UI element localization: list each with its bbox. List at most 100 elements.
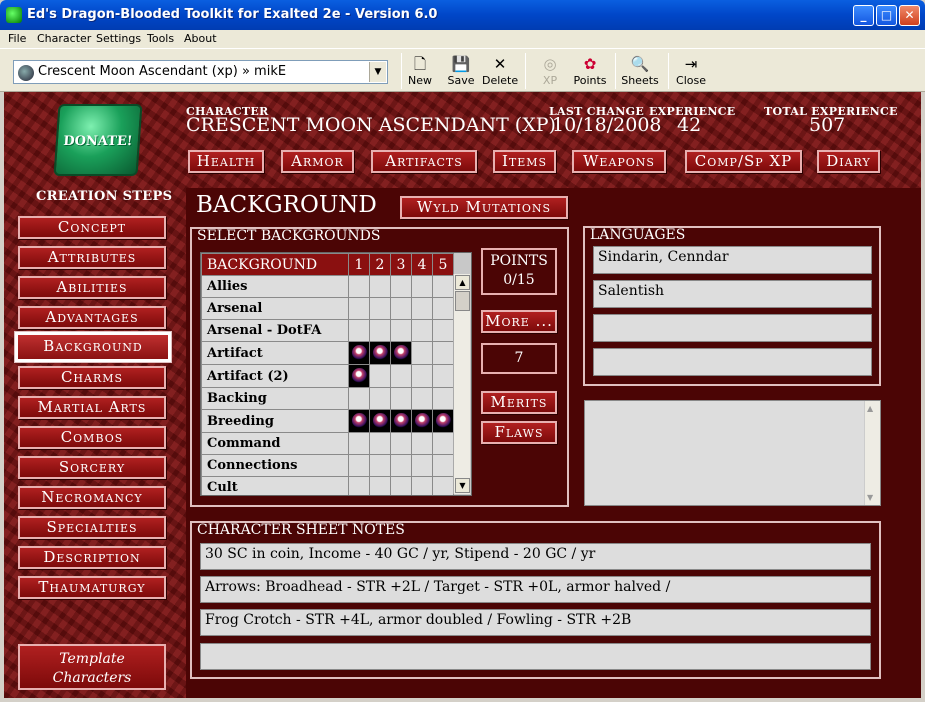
dot-cell[interactable]: [411, 432, 433, 455]
table-row[interactable]: Allies: [201, 275, 454, 298]
dot-cell[interactable]: [411, 364, 433, 388]
dot-cell[interactable]: [390, 297, 412, 320]
sheets-button[interactable]: 🔍 Sheets: [621, 54, 659, 90]
dot-cell[interactable]: [432, 387, 454, 410]
character-select[interactable]: Crescent Moon Ascendant (xp) » mikE ▼: [13, 60, 388, 84]
note-line-3[interactable]: Frog Crotch - STR +4L, armor doubled / F…: [200, 609, 871, 636]
nav-diary[interactable]: Diary: [817, 150, 880, 173]
close-window-button[interactable]: ✕: [899, 5, 920, 26]
chevron-down-icon[interactable]: ▼: [369, 62, 386, 82]
step-thaumaturgy[interactable]: Thaumaturgy: [18, 576, 166, 599]
menu-character[interactable]: Character: [37, 32, 91, 45]
nav-health[interactable]: Health: [188, 150, 264, 173]
dot-cell[interactable]: [411, 341, 433, 365]
delete-button[interactable]: ✕ Delete: [482, 54, 518, 90]
step-concept[interactable]: Concept: [18, 216, 166, 239]
table-row[interactable]: Command: [201, 432, 454, 455]
nav-artifacts[interactable]: Artifacts: [371, 150, 477, 173]
dot-cell[interactable]: [411, 387, 433, 410]
dot-cell[interactable]: [348, 454, 370, 477]
dot-cell[interactable]: [390, 476, 412, 495]
dot-cell[interactable]: [411, 454, 433, 477]
dot-cell[interactable]: [411, 275, 433, 298]
dot-cell[interactable]: [348, 275, 370, 298]
dot-cell[interactable]: [369, 432, 391, 455]
dot-cell[interactable]: [411, 409, 433, 433]
wyld-mutations-button[interactable]: Wyld Mutations: [400, 196, 568, 219]
step-description[interactable]: Description: [18, 546, 166, 569]
donate-button[interactable]: DONATE!: [53, 104, 143, 176]
nav-weapons[interactable]: Weapons: [572, 150, 666, 173]
table-row[interactable]: Artifact (2): [201, 364, 454, 388]
menu-file[interactable]: File: [8, 32, 26, 45]
nav-items[interactable]: Items: [493, 150, 556, 173]
dot-cell[interactable]: [390, 387, 412, 410]
scroll-down-icon[interactable]: ▼: [455, 478, 470, 493]
step-attributes[interactable]: Attributes: [18, 246, 166, 269]
step-necromancy[interactable]: Necromancy: [18, 486, 166, 509]
dot-cell[interactable]: [348, 297, 370, 320]
nav-armor[interactable]: Armor: [281, 150, 354, 173]
dot-cell[interactable]: [369, 319, 391, 342]
dot-cell[interactable]: [390, 409, 412, 433]
menu-settings[interactable]: Settings: [96, 32, 141, 45]
table-row[interactable]: Cult: [201, 476, 454, 495]
menu-about[interactable]: About: [184, 32, 217, 45]
dot-cell[interactable]: [369, 275, 391, 298]
dot-cell[interactable]: [369, 297, 391, 320]
dot-cell[interactable]: [432, 297, 454, 320]
save-button[interactable]: 💾 Save: [445, 54, 477, 90]
template-characters-button[interactable]: Template Characters: [18, 644, 166, 690]
dot-cell[interactable]: [348, 387, 370, 410]
step-sorcery[interactable]: Sorcery: [18, 456, 166, 479]
language-field-1[interactable]: Sindarin, Cenndar: [593, 246, 872, 274]
xp-button[interactable]: ◎ XP: [535, 54, 565, 90]
dot-cell[interactable]: [348, 476, 370, 495]
table-row[interactable]: Connections: [201, 454, 454, 477]
table-row[interactable]: Breeding: [201, 409, 454, 433]
language-field-3[interactable]: [593, 314, 872, 342]
dot-cell[interactable]: [390, 319, 412, 342]
dot-cell[interactable]: [432, 454, 454, 477]
dot-cell[interactable]: [369, 476, 391, 495]
notes-textarea[interactable]: ▲ ▼: [584, 400, 881, 506]
scroll-thumb[interactable]: [455, 291, 470, 311]
dot-cell[interactable]: [432, 319, 454, 342]
step-martial-arts[interactable]: Martial Arts: [18, 396, 166, 419]
table-row[interactable]: Backing: [201, 387, 454, 410]
scroll-down-icon[interactable]: ▼: [867, 493, 873, 502]
dot-cell[interactable]: [411, 319, 433, 342]
dot-cell[interactable]: [348, 341, 370, 365]
step-background[interactable]: Background: [14, 331, 172, 363]
dot-cell[interactable]: [432, 364, 454, 388]
dot-cell[interactable]: [432, 409, 454, 433]
dot-cell[interactable]: [369, 341, 391, 365]
dot-cell[interactable]: [432, 432, 454, 455]
dot-cell[interactable]: [390, 275, 412, 298]
maximize-button[interactable]: □: [876, 5, 897, 26]
dot-cell[interactable]: [369, 409, 391, 433]
points-button[interactable]: ✿ Points: [573, 54, 607, 90]
more-button[interactable]: More ...: [481, 310, 557, 333]
dot-cell[interactable]: [390, 364, 412, 388]
dot-cell[interactable]: [369, 364, 391, 388]
scroll-up-icon[interactable]: ▲: [455, 275, 470, 290]
note-line-2[interactable]: Arrows: Broadhead - STR +2L / Target - S…: [200, 576, 871, 603]
step-abilities[interactable]: Abilities: [18, 276, 166, 299]
grid-scrollbar[interactable]: ▲ ▼: [453, 274, 470, 494]
note-line-1[interactable]: 30 SC in coin, Income - 40 GC / yr, Stip…: [200, 543, 871, 570]
step-advantages[interactable]: Advantages: [18, 306, 166, 329]
dot-cell[interactable]: [369, 387, 391, 410]
dot-cell[interactable]: [390, 341, 412, 365]
merits-button[interactable]: Merits: [481, 391, 557, 414]
dot-cell[interactable]: [432, 476, 454, 495]
step-charms[interactable]: Charms: [18, 366, 166, 389]
dot-cell[interactable]: [411, 297, 433, 320]
dot-cell[interactable]: [348, 364, 370, 388]
nav-comp-sp-xp[interactable]: Comp/Sp XP: [685, 150, 802, 173]
note-line-4[interactable]: [200, 643, 871, 670]
dot-cell[interactable]: [348, 319, 370, 342]
new-button[interactable]: 🗋 New: [405, 54, 435, 90]
dot-cell[interactable]: [369, 454, 391, 477]
scroll-up-icon[interactable]: ▲: [867, 404, 873, 413]
